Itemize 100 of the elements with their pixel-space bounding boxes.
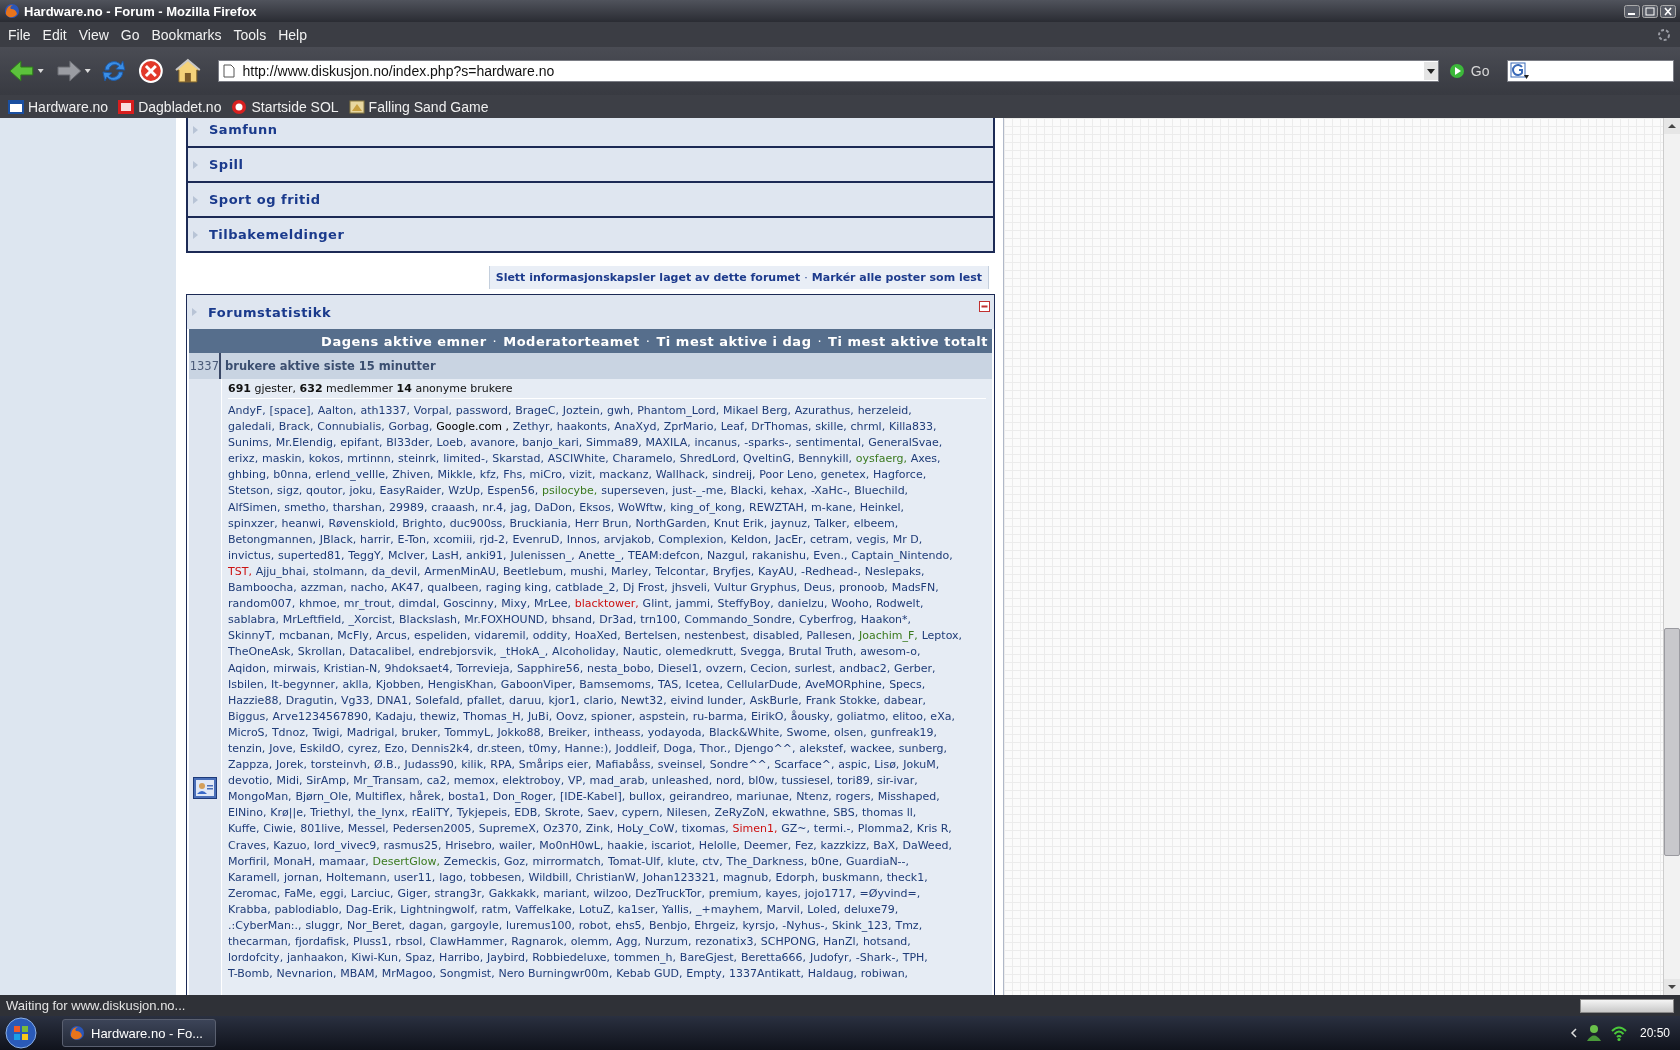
user-link[interactable]: Gorbag, [388,419,433,436]
user-link[interactable]: Bryfjes, [712,563,755,581]
user-link[interactable]: galedali, [228,419,275,436]
scroll-thumb[interactable] [1664,628,1680,856]
user-link[interactable]: SteffyBoy, [717,596,774,613]
user-link[interactable]: RPA, [490,757,515,774]
start-button-icon[interactable] [4,1016,38,1050]
user-link[interactable]: harrir, [360,531,394,548]
user-link[interactable]: memox, [453,773,499,790]
user-link[interactable]: Alcoholiday, [552,644,619,661]
user-link[interactable]: duc900ss, [449,515,506,532]
user-link[interactable]: magnub, [722,869,772,886]
user-link[interactable]: jojo1717, [804,885,856,902]
user-link[interactable]: Mr_Transam, [353,773,423,790]
user-link[interactable]: kehax, [770,483,808,500]
user-icon[interactable] [1585,1024,1602,1042]
user-link[interactable]: Tykjepeis, [456,805,511,822]
user-link[interactable]: AskBurle, [749,692,802,709]
user-link[interactable]: Loeb, [436,435,467,452]
user-link[interactable]: stolmann, [312,563,368,581]
user-link[interactable]: Karamell, [228,869,281,886]
user-link[interactable]: ca2, [426,773,450,790]
user-link[interactable]: nesta_bobo, [586,660,654,677]
user-link[interactable]: Bamsemoms, [579,676,655,693]
user-link[interactable]: Don_Roger, [492,789,557,806]
user-link[interactable]: unleashed, [651,773,713,790]
user-link[interactable]: Smårips eier, [518,757,592,774]
user-link[interactable]: TST, [228,563,252,581]
user-link[interactable]: nacho, [350,580,388,597]
user-link[interactable]: Kris R, [916,821,952,838]
user-link[interactable]: rjd-2, [479,531,509,548]
user-link[interactable]: eggi, [319,885,348,902]
user-link[interactable]: Ciwie, [263,821,297,838]
user-link[interactable]: luremus100, [506,918,575,935]
user-link[interactable]: Eksos, [579,499,615,516]
user-link[interactable]: wackee, [850,740,895,758]
user-link[interactable]: skille, [815,419,847,436]
bookmark[interactable]: Startside SOL [231,98,339,115]
user-link[interactable]: Hagforce, [872,467,927,484]
user-link[interactable]: maskin, [261,451,306,468]
user-link[interactable]: HoLy_CoW, [617,821,678,838]
user-link[interactable]: mariunae, [736,789,793,806]
user-link[interactable]: olemedkrutt, [665,644,737,661]
user-link[interactable]: ghbing, [228,467,270,484]
user-link[interactable]: jaynuz, [771,515,811,532]
user-link[interactable]: Specs, [889,676,926,693]
user-link[interactable]: tommen_h, [613,950,677,967]
user-link[interactable]: KayAU, [757,563,798,581]
bookmark[interactable]: Dagbladet.no [118,98,222,115]
user-link[interactable]: Skrote, [544,805,584,822]
user-link[interactable]: robiwan, [860,966,909,983]
user-link[interactable]: Marley, [610,563,652,581]
user-link[interactable]: haakie, [607,837,648,854]
user-link[interactable]: Zhiven, [392,467,434,484]
user-link[interactable]: Midi, [276,773,303,790]
user-link[interactable]: mrtinnn, [347,451,395,468]
user-link[interactable]: Triethyl, [310,805,355,822]
scrollbar[interactable] [1663,118,1680,995]
user-link[interactable]: miCro, [529,467,566,484]
user-link[interactable]: AveMORphine, [805,676,886,693]
user-link[interactable]: JacEr, [775,531,807,548]
category-link[interactable]: Spill [209,157,244,172]
user-link[interactable]: Holtemann, [326,869,391,886]
user-link[interactable]: Johan123321, [642,869,720,886]
user-link[interactable]: sluggr, [305,918,344,935]
user-link[interactable]: tenzin, [228,740,266,758]
user-link[interactable]: Nero Burningwr00m, [498,966,613,983]
user-link[interactable]: Jove, [269,740,296,758]
user-link[interactable]: buskmann, [822,869,883,886]
user-link[interactable]: nestenbest, [684,628,750,645]
user-link[interactable]: superseven, [601,483,669,500]
user-link[interactable]: Nor_Beret, [346,918,406,935]
go-button[interactable]: Go [1442,61,1496,81]
user-link[interactable]: [space], [269,403,314,420]
forum-link[interactable]: Slett informasjonskapsler laget av dette forumet [495,271,801,284]
menu-item[interactable]: Help [272,24,313,45]
address-bar[interactable]: http://www.diskusjon.no/index.php?s=hardware.no [217,60,1439,82]
user-link[interactable]: alekstef, [799,740,847,758]
user-link[interactable]: dabear, [883,692,926,709]
user-link[interactable]: _+mayhem, [696,901,763,918]
user-link[interactable]: Connubialis, [317,419,385,436]
user-link[interactable]: GZ~, [781,821,811,838]
user-link[interactable]: user11, [393,869,436,886]
user-link[interactable]: MonaH, [273,853,316,870]
user-link[interactable]: Killa833, [888,419,937,436]
user-link[interactable]: Edorph, [775,869,819,886]
user-link[interactable]: SBS, [833,805,859,822]
user-link[interactable]: blacktower, [574,596,639,613]
user-link[interactable]: Beetlebum, [503,563,567,581]
user-link[interactable]: Deus, [803,580,836,597]
user-link[interactable]: rezonatix3, [695,934,757,951]
menu-item[interactable]: Tools [227,24,273,45]
user-link[interactable]: Harribo, [439,950,484,967]
user-link[interactable]: awesom-o, [860,644,921,661]
user-link[interactable]: tussiesel, [781,773,834,790]
user-link[interactable]: Krø||e, [270,805,307,822]
user-link[interactable]: ShredLord, [679,451,740,468]
user-link[interactable]: qualbeen, [427,580,483,597]
user-link[interactable]: Judofyr, [809,950,853,967]
user-link[interactable]: aspic, [838,757,871,774]
